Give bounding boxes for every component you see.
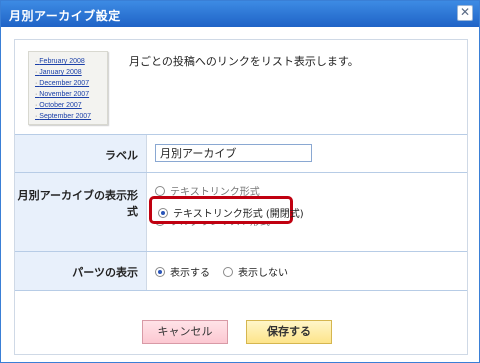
parts-display-heading-text: パーツの表示	[72, 266, 138, 279]
dialog-titlebar: 月別アーカイブ設定 ✕	[1, 1, 479, 27]
archive-settings-dialog: 月別アーカイブ設定 ✕ February 2008 January 2008 D…	[0, 0, 480, 363]
save-button[interactable]: 保存する	[246, 320, 332, 344]
preview-item: December 2007	[35, 78, 107, 89]
label-row-heading: ラベル	[15, 135, 147, 172]
radio-selected-icon[interactable]	[158, 208, 168, 218]
cancel-button[interactable]: キャンセル	[142, 320, 228, 344]
label-row: ラベル	[15, 135, 467, 173]
parts-option-hide[interactable]: 表示しない	[223, 264, 288, 279]
dialog-title: 月別アーカイブ設定	[9, 9, 121, 23]
parts-display-heading: パーツの表示	[15, 252, 147, 290]
label-row-heading-text: ラベル	[105, 149, 138, 162]
preview-item: October 2007	[35, 100, 107, 111]
close-icon[interactable]: ✕	[457, 5, 473, 21]
parts-option-show[interactable]: 表示する	[155, 264, 210, 279]
preview-item: February 2008	[35, 56, 107, 67]
radio-selected-icon[interactable]	[155, 267, 165, 277]
format-option-label: テキストリンク形式 (開閉式)	[173, 209, 304, 220]
parts-option-label: 表示する	[170, 268, 210, 279]
display-format-heading: 月別アーカイブの表示形式	[15, 173, 147, 251]
radio-icon[interactable]	[223, 267, 233, 277]
preview-item: September 2007	[35, 111, 107, 122]
parts-option-label: 表示しない	[238, 268, 288, 279]
archive-preview-thumbnail: February 2008 January 2008 December 2007…	[28, 51, 108, 125]
description-text: 月ごとの投稿へのリンクをリスト表示します。	[129, 55, 359, 68]
display-format-heading-text: 月別アーカイブの表示形式	[17, 189, 138, 218]
parts-display-row: パーツの表示 表示する 表示しない	[15, 252, 467, 291]
dialog-content: February 2008 January 2008 December 2007…	[14, 39, 468, 355]
radio-icon[interactable]	[155, 186, 165, 196]
preview-item: January 2008	[35, 67, 107, 78]
format-option-text-link-collapsible[interactable]: テキストリンク形式 (開閉式)	[158, 205, 304, 220]
label-input[interactable]	[155, 144, 312, 162]
preview-item: November 2007	[35, 89, 107, 100]
